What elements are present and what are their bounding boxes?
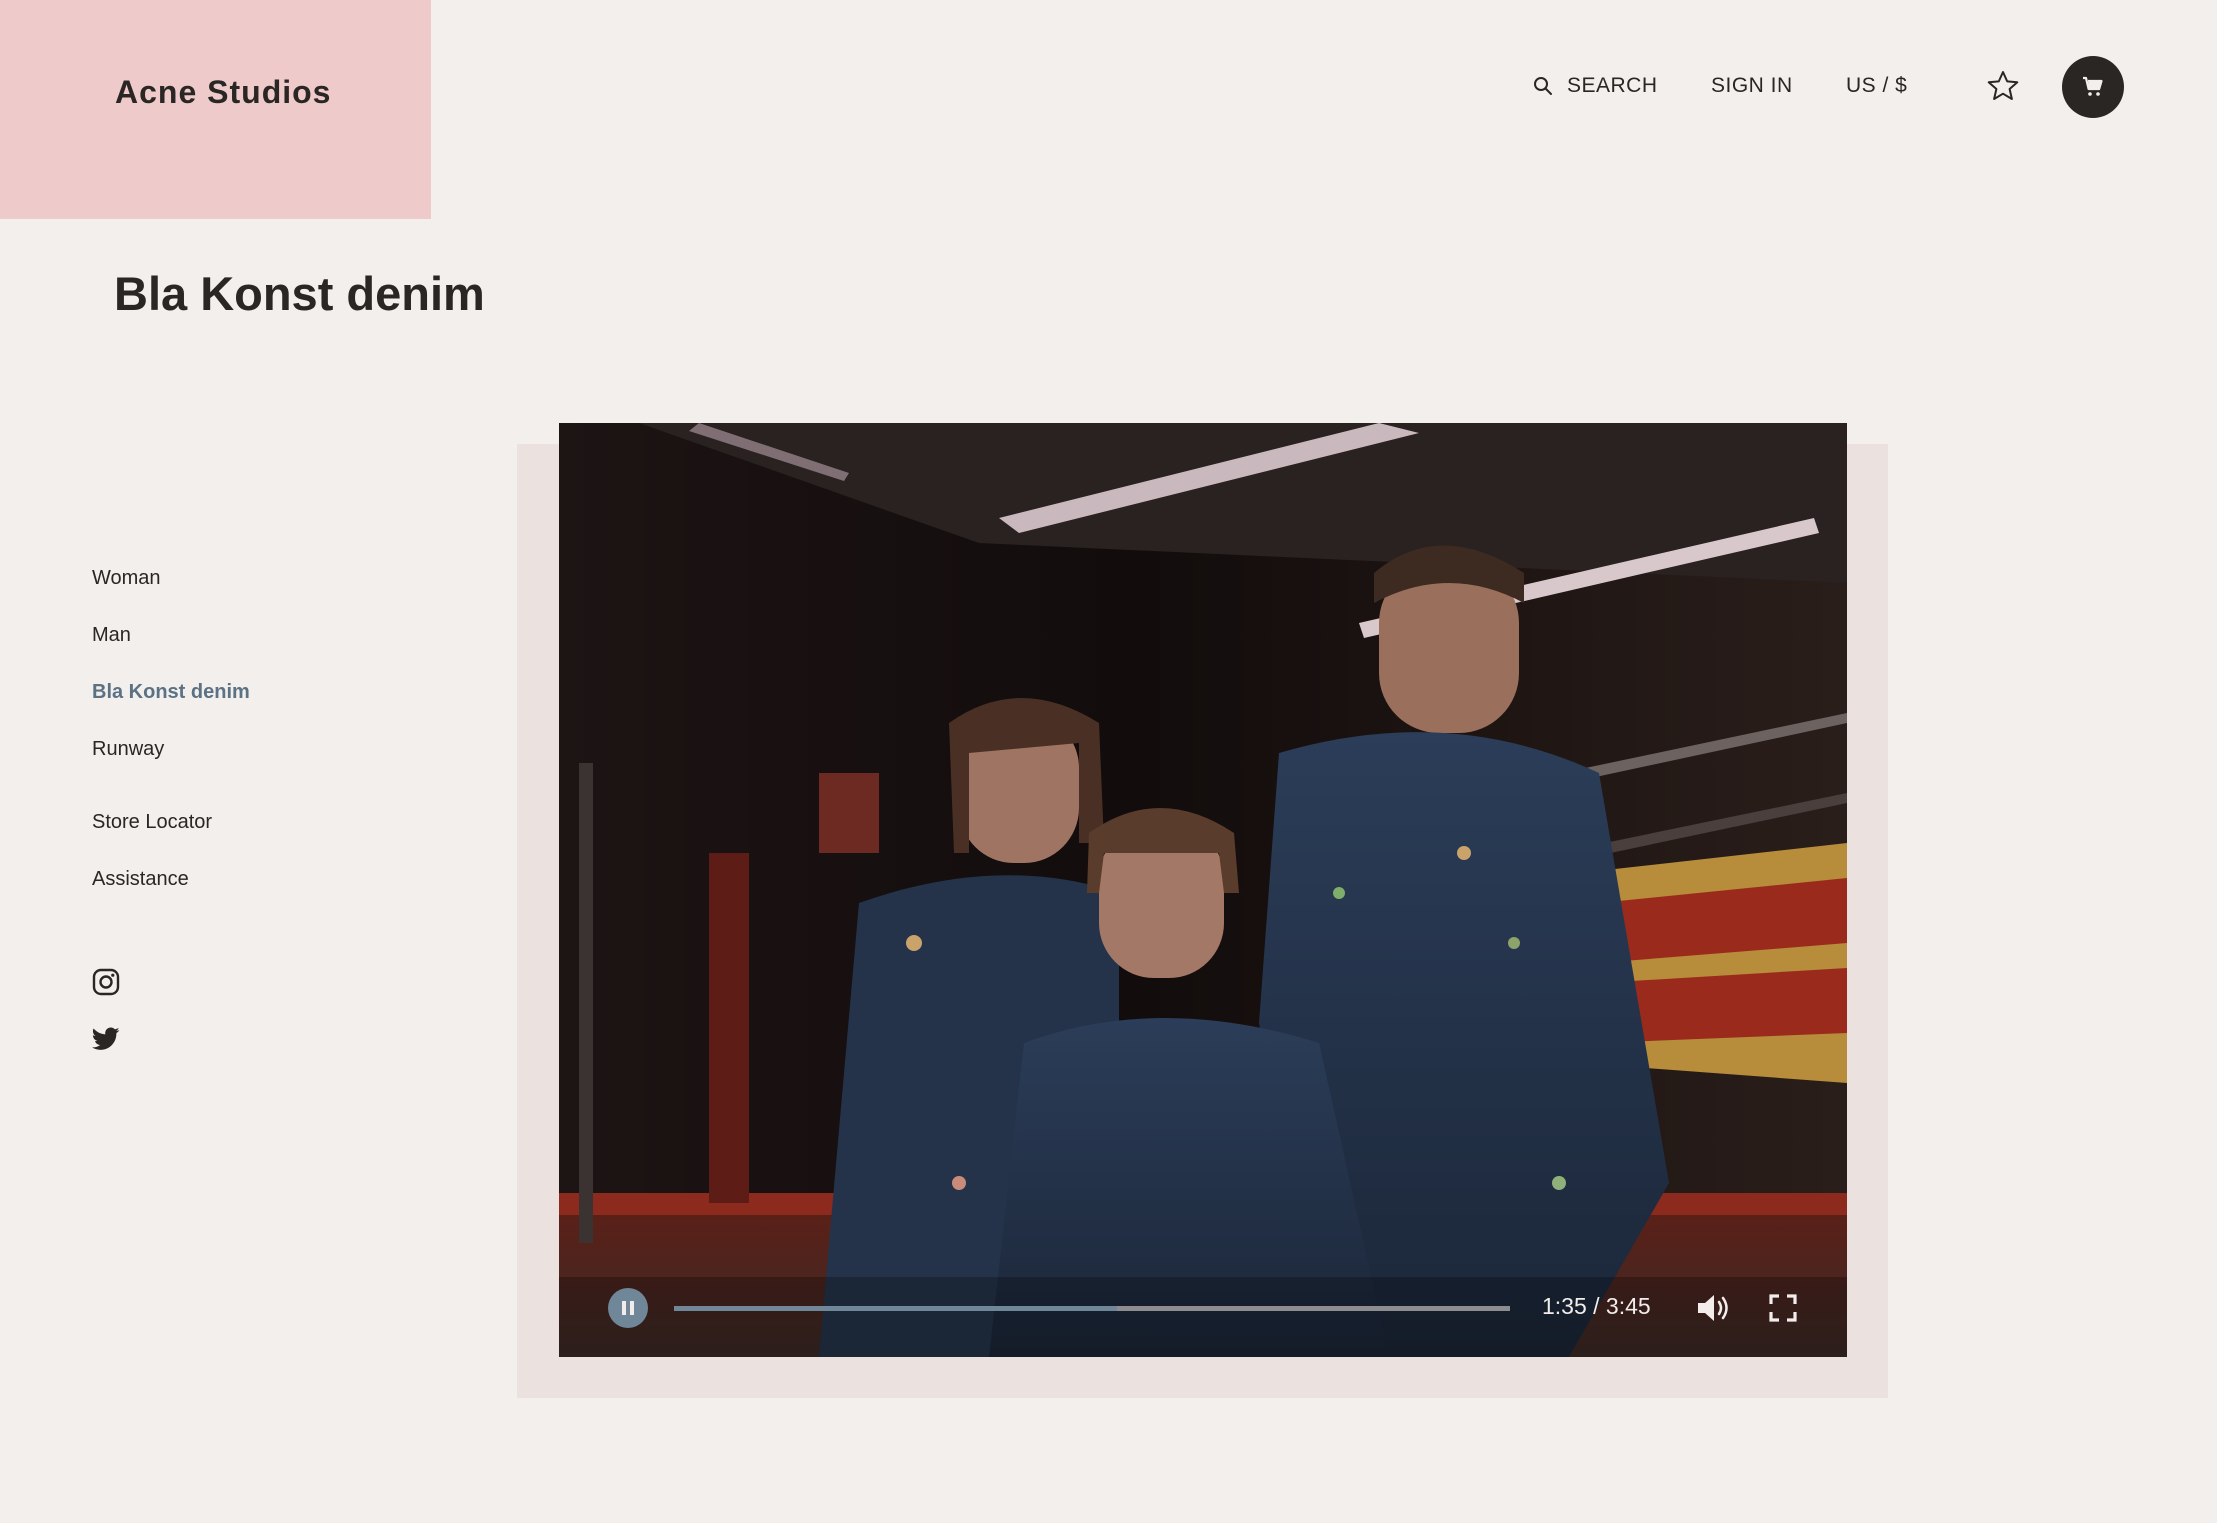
sidebar-item-store-locator[interactable]: Store Locator <box>92 811 212 834</box>
currency-selector[interactable]: US / $ <box>1846 74 1907 98</box>
sidebar-item-assistance[interactable]: Assistance <box>92 868 189 891</box>
search-button[interactable]: SEARCH <box>1533 74 1658 98</box>
wishlist-button[interactable] <box>1987 70 2019 102</box>
pause-button[interactable] <box>608 1288 648 1328</box>
sidebar-item-woman[interactable]: Woman <box>92 567 161 590</box>
video-frame-image <box>559 423 1847 1357</box>
search-icon <box>1534 77 1552 95</box>
twitter-icon[interactable] <box>91 1026 120 1054</box>
sign-in-link[interactable]: SIGN IN <box>1711 74 1793 98</box>
logo-block[interactable]: Acne Studios <box>0 0 431 219</box>
page-title: Bla Konst denim <box>114 267 485 320</box>
pause-icon <box>622 1301 634 1315</box>
star-icon <box>1987 71 2019 100</box>
fullscreen-button[interactable] <box>1768 1293 1798 1323</box>
instagram-icon[interactable] <box>92 968 120 996</box>
volume-button[interactable] <box>1695 1291 1733 1325</box>
cart-button[interactable] <box>2062 56 2124 118</box>
sidebar-item-man[interactable]: Man <box>92 624 131 647</box>
time-display: 1:35 / 3:45 <box>1542 1293 1651 1319</box>
cart-icon <box>2083 76 2103 96</box>
video-controls: 1:35 / 3:45 <box>559 1277 1847 1357</box>
progress-fill <box>674 1306 1118 1311</box>
sidebar-item-bla-konst-denim[interactable]: Bla Konst denim <box>92 681 250 704</box>
video-player[interactable]: 1:35 / 3:45 <box>559 423 1847 1357</box>
sidebar-item-runway[interactable]: Runway <box>92 738 164 761</box>
search-label: SEARCH <box>1567 74 1658 97</box>
brand-logo[interactable]: Acne Studios <box>115 74 331 111</box>
progress-bar[interactable] <box>674 1306 1510 1311</box>
fullscreen-icon <box>1769 1294 1797 1322</box>
volume-icon <box>1698 1295 1728 1321</box>
